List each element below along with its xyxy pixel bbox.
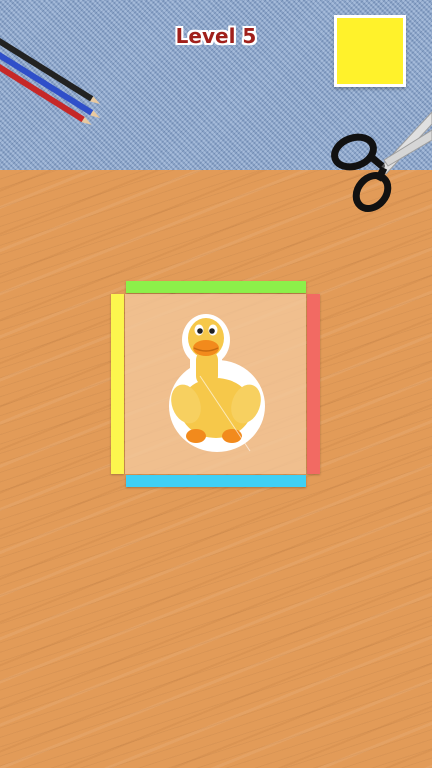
bottom-edge-strip[interactable]	[126, 475, 306, 487]
top-edge-strip[interactable]	[126, 281, 306, 293]
scissors-icon	[331, 111, 432, 212]
duck-sticker-icon[interactable]	[160, 306, 272, 456]
target-color-swatch	[334, 15, 406, 87]
right-edge-strip[interactable]	[307, 294, 320, 474]
left-edge-strip[interactable]	[111, 294, 124, 474]
